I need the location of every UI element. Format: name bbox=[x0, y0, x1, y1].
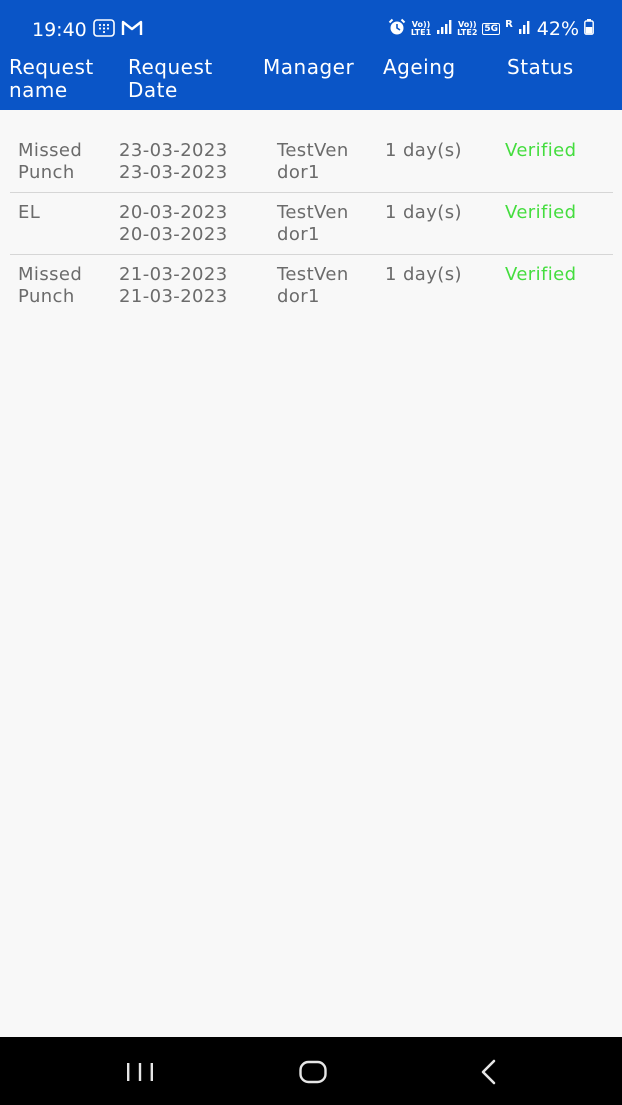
row-manager-line2: dor1 bbox=[277, 224, 320, 245]
row-ageing: 1 day(s) bbox=[385, 140, 462, 161]
battery-icon bbox=[584, 19, 594, 39]
row-request-date: 21-03-2023 21-03-2023 bbox=[119, 264, 228, 308]
header-request-date-line2: Date bbox=[128, 78, 178, 102]
status-left-icons bbox=[93, 19, 143, 41]
roaming-indicator: R bbox=[505, 19, 513, 30]
volte2-bottom: LTE2 bbox=[457, 28, 478, 37]
row-request-date: 23-03-2023 23-03-2023 bbox=[119, 140, 228, 184]
row-ageing: 1 day(s) bbox=[385, 264, 462, 285]
home-button[interactable] bbox=[293, 1057, 333, 1087]
row-manager: TestVen dor1 bbox=[277, 140, 349, 184]
row-manager-line1: TestVen bbox=[277, 140, 349, 161]
header-request-name-line1: Request bbox=[9, 55, 94, 79]
row-request-name: Missed Punch bbox=[18, 264, 82, 308]
volte1-bottom: LTE1 bbox=[410, 28, 432, 37]
gmail-icon bbox=[121, 19, 143, 41]
row-request-date-line2: 21-03-2023 bbox=[119, 286, 228, 307]
table-row[interactable]: Missed Punch 23-03-2023 23-03-2023 TestV… bbox=[10, 131, 613, 193]
row-manager-line2: dor1 bbox=[277, 162, 320, 183]
header-ageing: Ageing bbox=[383, 56, 456, 79]
row-status: Verified bbox=[505, 140, 577, 161]
status-time: 19:40 bbox=[32, 19, 87, 41]
row-manager: TestVen dor1 bbox=[277, 264, 349, 308]
header-request-name-line2: name bbox=[9, 78, 68, 102]
row-request-name-line1: Missed bbox=[18, 264, 83, 285]
row-request-date-line1: 21-03-2023 bbox=[119, 264, 228, 285]
header-ageing-label: Ageing bbox=[383, 55, 456, 79]
row-request-name-line2: Punch bbox=[18, 162, 75, 183]
back-icon bbox=[470, 1059, 510, 1091]
header-request-name: Request name bbox=[9, 56, 94, 102]
table-row[interactable]: Missed Punch 21-03-2023 21-03-2023 TestV… bbox=[10, 255, 613, 316]
row-request-name-line1: Missed bbox=[18, 140, 83, 161]
row-request-date: 20-03-2023 20-03-2023 bbox=[119, 202, 228, 246]
row-request-date-line1: 23-03-2023 bbox=[119, 140, 228, 161]
table-row[interactable]: EL 20-03-2023 20-03-2023 TestVen dor1 1 … bbox=[10, 193, 613, 255]
network-label: 5G bbox=[484, 24, 499, 34]
row-status: Verified bbox=[505, 264, 577, 285]
request-list: Missed Punch 23-03-2023 23-03-2023 TestV… bbox=[0, 110, 622, 1037]
status-bar: 19:40 Vo)) LTE1 Vo)) LTE2 5G R 42% bbox=[0, 0, 622, 56]
header-status-label: Status bbox=[507, 55, 574, 79]
home-icon bbox=[293, 1060, 333, 1091]
header-status: Status bbox=[507, 56, 574, 79]
row-request-name-line2: Punch bbox=[18, 286, 75, 307]
row-request-name: EL bbox=[18, 202, 40, 224]
roaming-label: R bbox=[505, 19, 513, 30]
system-nav-bar bbox=[0, 1037, 622, 1105]
battery-percent: 42% bbox=[536, 18, 579, 40]
signal-icon bbox=[518, 19, 532, 39]
row-status: Verified bbox=[505, 202, 577, 223]
volte2-indicator: Vo)) LTE2 bbox=[457, 21, 477, 37]
signal-icon bbox=[436, 19, 452, 39]
status-right-icons: Vo)) LTE1 Vo)) LTE2 5G R 42% bbox=[388, 17, 594, 41]
row-manager: TestVen dor1 bbox=[277, 202, 349, 246]
row-manager-line1: TestVen bbox=[277, 202, 349, 223]
alarm-icon bbox=[388, 18, 406, 40]
row-request-name: Missed Punch bbox=[18, 140, 82, 184]
row-request-date-line1: 20-03-2023 bbox=[119, 202, 228, 223]
header-request-date-line1: Request bbox=[128, 55, 213, 79]
row-manager-line1: TestVen bbox=[277, 264, 349, 285]
header-manager: Manager bbox=[263, 56, 354, 79]
recents-button[interactable] bbox=[120, 1057, 160, 1087]
recents-icon bbox=[120, 1063, 160, 1091]
row-manager-line2: dor1 bbox=[277, 286, 320, 307]
header-manager-label: Manager bbox=[263, 55, 355, 79]
back-button[interactable] bbox=[470, 1057, 510, 1087]
grid-notification-icon bbox=[93, 19, 115, 41]
row-request-date-line2: 23-03-2023 bbox=[119, 162, 228, 183]
row-request-date-line2: 20-03-2023 bbox=[119, 224, 228, 245]
table-header: Request name Request Date Manager Ageing… bbox=[0, 56, 622, 110]
row-request-name-line1: EL bbox=[18, 202, 41, 223]
network-5g-badge: 5G bbox=[482, 23, 501, 35]
volte1-indicator: Vo)) LTE1 bbox=[411, 21, 431, 37]
header-request-date: Request Date bbox=[128, 56, 213, 102]
row-ageing: 1 day(s) bbox=[385, 202, 462, 223]
